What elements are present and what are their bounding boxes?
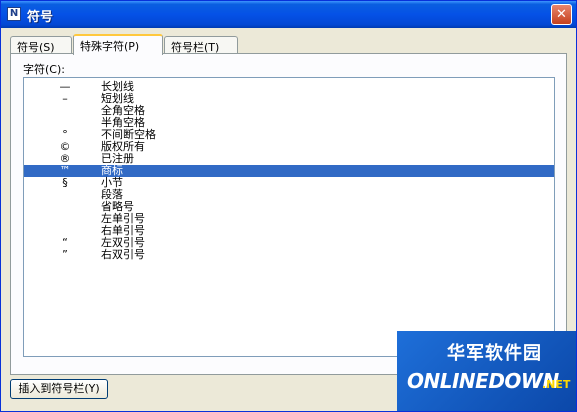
watermark-logo: 华军软件园 ONLINEDOWN .NET	[397, 331, 576, 411]
list-item-symbol: ”	[62, 248, 68, 261]
title-bar[interactable]: N 符号 ✕	[1, 1, 576, 28]
tab-symbol-bar[interactable]: 符号栏(T)	[164, 36, 238, 54]
tab-symbols[interactable]: 符号(S)	[10, 36, 72, 54]
close-button[interactable]: ✕	[551, 4, 572, 25]
characters-label: 字符(C):	[23, 63, 65, 76]
watermark-cn-text: 华军软件园	[447, 343, 542, 364]
list-item-name: 右双引号	[101, 248, 145, 261]
list-item-symbol: §	[62, 176, 68, 189]
list-item-symbol: –	[62, 92, 68, 105]
app-icon: N	[7, 7, 21, 21]
tab-special-characters[interactable]: 特殊字符(P)	[73, 34, 163, 55]
insert-to-symbol-bar-button[interactable]: 插入到符号栏(Y)	[10, 379, 108, 399]
list-item[interactable]: ” 右双引号	[24, 249, 554, 261]
watermark-en-text: ONLINEDOWN	[407, 369, 559, 393]
tab-panel: 字符(C): — 长划线 – 短划线 全角空格 半角空格 ° 不间断空格 © 版权所有 ® 已注册 ™ 商…	[10, 53, 567, 375]
symbol-dialog: N 符号 ✕ 符号(S) 特殊字符(P) 符号栏(T) 字符(C): — 长划线 –…	[0, 0, 577, 412]
watermark-suffix: .NET	[542, 378, 571, 391]
characters-listbox[interactable]: — 长划线 – 短划线 全角空格 半角空格 ° 不间断空格 © 版权所有 ® 已注册 ™ 商标 § 小节 段落省…	[23, 77, 555, 357]
window-title: 符号	[27, 10, 54, 25]
